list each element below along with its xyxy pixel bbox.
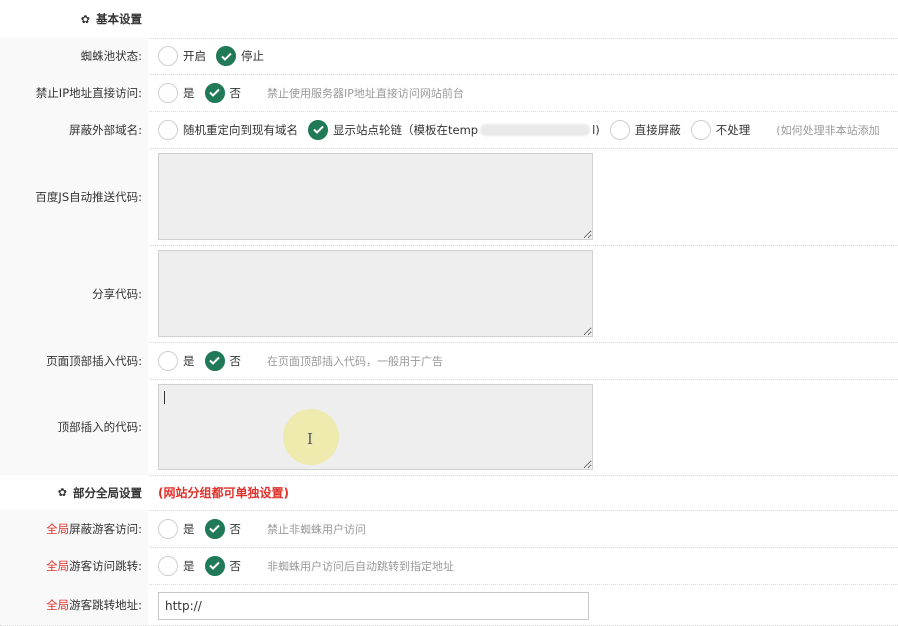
row-visitor-redirect: 全局 游客访问跳转: 是 否 非蜘蛛用户访问后自动跳转到指定地址 [0,547,898,585]
radio-spider-pool-off[interactable]: 停止 [216,46,264,66]
radio-circle-icon [609,119,630,140]
top-insert-hint: 在页面顶部插入代码，一般用于广告 [267,354,443,368]
row-top-insert-content: 顶部插入的代码: [0,379,898,476]
row-spider-pool-status: 蜘蛛池状态: 开启 停止 [0,38,898,75]
check-icon [204,82,225,103]
text-cursor-icon: I [307,430,313,448]
radio-circle-icon [158,46,178,66]
baidu-js-label: 百度JS自动推送代码: [0,148,148,245]
row-redirect-url: 全局 游客跳转地址: [0,584,898,626]
radio-random-redirect[interactable]: 随机重定向到现有域名 [158,119,298,140]
spider-pool-status-label: 蜘蛛池状态: [0,38,148,74]
row-block-visitors: 全局 屏蔽游客访问: 是 否 禁止非蜘蛛用户访问 [0,510,898,548]
radio-top-insert-no[interactable]: 否 [204,350,241,371]
radio-circle-icon [158,119,178,140]
visitor-redirect-label: 全局 游客访问跳转: [0,547,148,584]
radio-visitor-redirect-yes[interactable]: 是 [158,555,195,576]
row-top-insert-toggle: 页面顶部插入代码: 是 否 在页面顶部插入代码，一般用于广告 [0,342,898,380]
gear-icon: ✿ [57,486,67,499]
radio-circle-icon [690,119,711,140]
radio-visitor-redirect-no[interactable]: 否 [204,555,241,576]
block-ip-access-label: 禁止IP地址直接访问: [0,74,148,111]
share-code-textarea[interactable] [158,250,593,337]
section-basic-title: ✿ 基本设置 [0,0,148,38]
top-insert-toggle-label: 页面顶部插入代码: [0,342,148,379]
row-block-external-domain: 屏蔽外部域名: 随机重定向到现有域名 显示站点轮链（模板在temp l) 直接屏蔽… [0,111,898,149]
radio-block-visitors-no[interactable]: 否 [204,518,241,539]
radio-block-visitors-yes[interactable]: 是 [158,518,195,539]
radio-block-ip-yes[interactable]: 是 [158,82,195,103]
section-global-settings: ✿ 部分全局设置 (网站分组都可单独设置) [0,475,898,511]
radio-show-site-links[interactable]: 显示站点轮链（模板在temp l) [308,119,600,140]
top-insert-content-label: 顶部插入的代码: [0,379,148,475]
block-external-domain-hint: (如何处理非本站添加 [776,123,880,137]
row-block-ip-access: 禁止IP地址直接访问: 是 否 禁止使用服务器IP地址直接访问网站前台 [0,74,898,112]
text-caret [164,391,165,404]
section-basic-settings: ✿ 基本设置 [0,0,898,39]
redirect-url-label: 全局 游客跳转地址: [0,584,148,625]
radio-spider-pool-on[interactable]: 开启 [158,46,206,66]
radio-no-action[interactable]: 不处理 [690,119,750,140]
visitor-redirect-hint: 非蜘蛛用户访问后自动跳转到指定地址 [267,559,454,573]
check-icon [308,119,328,140]
radio-circle-icon [158,518,178,539]
radio-block-directly[interactable]: 直接屏蔽 [609,119,681,140]
block-visitors-hint: 禁止非蜘蛛用户访问 [267,522,366,536]
blurred-text [480,124,591,136]
radio-circle-icon [158,350,178,371]
row-share-code: 分享代码: [0,245,898,343]
radio-top-insert-yes[interactable]: 是 [158,350,195,371]
check-icon [204,518,225,539]
baidu-js-textarea[interactable] [158,153,593,240]
gear-icon: ✿ [80,12,90,26]
radio-circle-icon [158,82,178,103]
block-external-domain-label: 屏蔽外部域名: [0,111,148,148]
share-code-label: 分享代码: [0,245,148,342]
check-icon [216,46,236,66]
section-global-title: ✿ 部分全局设置 [0,475,148,510]
radio-block-ip-no[interactable]: 否 [204,82,241,103]
row-baidu-js: 百度JS自动推送代码: [0,148,898,246]
block-ip-access-hint: 禁止使用服务器IP地址直接访问网站前台 [267,86,464,100]
check-icon [204,555,225,576]
top-insert-code-textarea[interactable] [158,384,593,470]
check-icon [204,350,225,371]
block-visitors-label: 全局 屏蔽游客访问: [0,510,148,547]
radio-circle-icon [158,555,178,576]
redirect-url-input[interactable] [158,592,589,620]
section-global-note: (网站分组都可单独设置) [158,486,289,500]
